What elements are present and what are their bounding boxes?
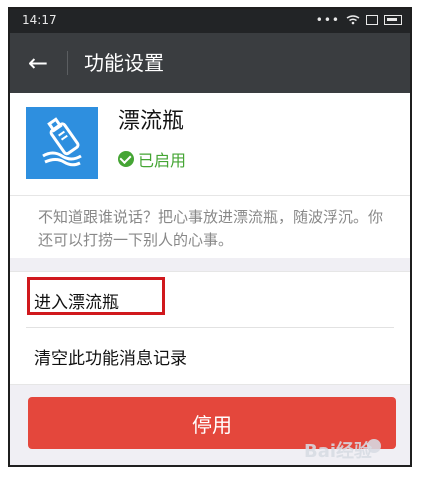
back-button[interactable]: ←	[28, 49, 52, 77]
check-circle-icon	[118, 151, 134, 167]
highlight-box	[27, 277, 165, 315]
description-card: 不知道跟谁说话？把心事放进漂流瓶，随波浮沉。你还可以打捞一下别人的心事。	[10, 195, 410, 258]
status-badge: 已启用	[118, 147, 186, 171]
battery-icon	[384, 15, 402, 25]
phone-screen: 14:17 ••• ← 功能设置 漂流瓶 已启用 不知道跟谁说话？把心事放进漂流…	[8, 7, 412, 467]
app-name: 漂流瓶	[118, 109, 185, 134]
status-bar: 14:17 •••	[10, 9, 410, 33]
status-time: 14:17	[22, 13, 57, 27]
status-label: 已启用	[138, 151, 187, 170]
square-icon	[366, 15, 378, 25]
bottle-icon	[26, 107, 98, 179]
title-divider	[67, 51, 68, 75]
arrow-left-icon: ←	[28, 49, 49, 77]
description-text: 不知道跟谁说话？把心事放进漂流瓶，随波浮沉。你还可以打捞一下别人的心事。	[38, 208, 384, 249]
bottle-illustration-icon	[42, 117, 82, 167]
watermark-text: Bai经验	[304, 441, 373, 462]
app-header-card: 漂流瓶 已启用	[10, 93, 410, 197]
top-app-bar: ← 功能设置	[10, 33, 410, 93]
signal-dots-icon: •••	[315, 13, 340, 27]
wifi-icon	[346, 15, 360, 25]
menu-item-label: 清空此功能消息记录	[34, 349, 187, 369]
page-title: 功能设置	[84, 51, 164, 75]
clear-records-item[interactable]: 清空此功能消息记录	[10, 328, 410, 384]
status-icons: •••	[316, 13, 402, 27]
paw-icon	[367, 439, 381, 453]
